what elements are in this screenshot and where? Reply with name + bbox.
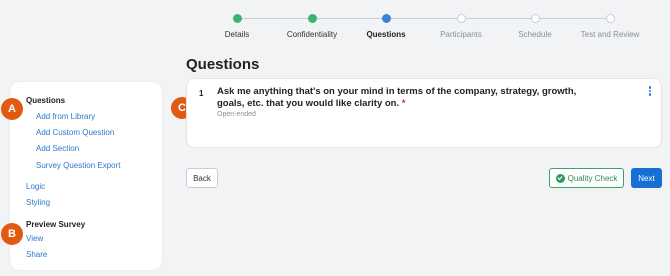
sidebar-heading-questions: Questions — [26, 96, 66, 105]
sidebar-heading-preview: Preview Survey — [26, 220, 86, 229]
back-button[interactable]: Back — [186, 168, 218, 188]
step-participants[interactable]: Participants — [421, 11, 501, 39]
step-label: Participants — [440, 30, 482, 39]
step-active-dot — [381, 14, 391, 23]
sidebar: Questions Add from Library Add Custom Qu… — [10, 82, 162, 270]
annotation-badge-a: A — [1, 98, 23, 120]
step-todo-dot — [456, 14, 466, 23]
step-label: Questions — [366, 30, 406, 39]
step-test-and-review[interactable]: Test and Review — [570, 11, 650, 39]
annotation-badge-b: B — [1, 223, 23, 245]
more-options-icon[interactable] — [647, 86, 653, 98]
step-label: Confidentiality — [286, 30, 338, 39]
progress-stepper: Details Confidentiality Questions Partic… — [200, 11, 660, 41]
question-card[interactable]: 1 Ask me anything that's on your mind in… — [186, 78, 662, 148]
question-text-block: Ask me anything that's on your mind in t… — [217, 86, 587, 110]
check-circle-icon — [555, 173, 565, 183]
step-label: Schedule — [518, 30, 552, 39]
step-done-dot — [307, 14, 317, 23]
quality-check-label: Quality Check — [567, 173, 618, 183]
step-todo-dot — [530, 14, 540, 23]
page-title: Questions — [186, 56, 260, 73]
share-link[interactable]: Share — [26, 250, 47, 259]
next-button[interactable]: Next — [631, 168, 662, 188]
view-link[interactable]: View — [26, 234, 43, 243]
question-number: 1 — [199, 89, 204, 98]
step-done-dot — [232, 14, 242, 23]
step-label: Details — [224, 30, 250, 39]
add-section-link[interactable]: Add Section — [36, 144, 79, 153]
step-schedule[interactable]: Schedule — [495, 11, 575, 39]
add-custom-question-link[interactable]: Add Custom Question — [36, 128, 114, 137]
survey-question-export-link[interactable]: Survey Question Export — [36, 161, 120, 170]
question-text: Ask me anything that's on your mind in t… — [217, 86, 577, 109]
logic-link[interactable]: Logic — [26, 182, 45, 191]
question-type: Open-ended — [217, 111, 256, 118]
step-label: Test and Review — [580, 30, 640, 39]
quality-check-button[interactable]: Quality Check — [549, 168, 624, 188]
step-todo-dot — [605, 14, 615, 23]
step-questions[interactable]: Questions — [346, 11, 426, 39]
step-details[interactable]: Details — [197, 11, 277, 39]
required-marker: * — [401, 98, 406, 109]
add-from-library-link[interactable]: Add from Library — [36, 112, 95, 121]
step-confidentiality[interactable]: Confidentiality — [272, 11, 352, 39]
styling-link[interactable]: Styling — [26, 198, 50, 207]
